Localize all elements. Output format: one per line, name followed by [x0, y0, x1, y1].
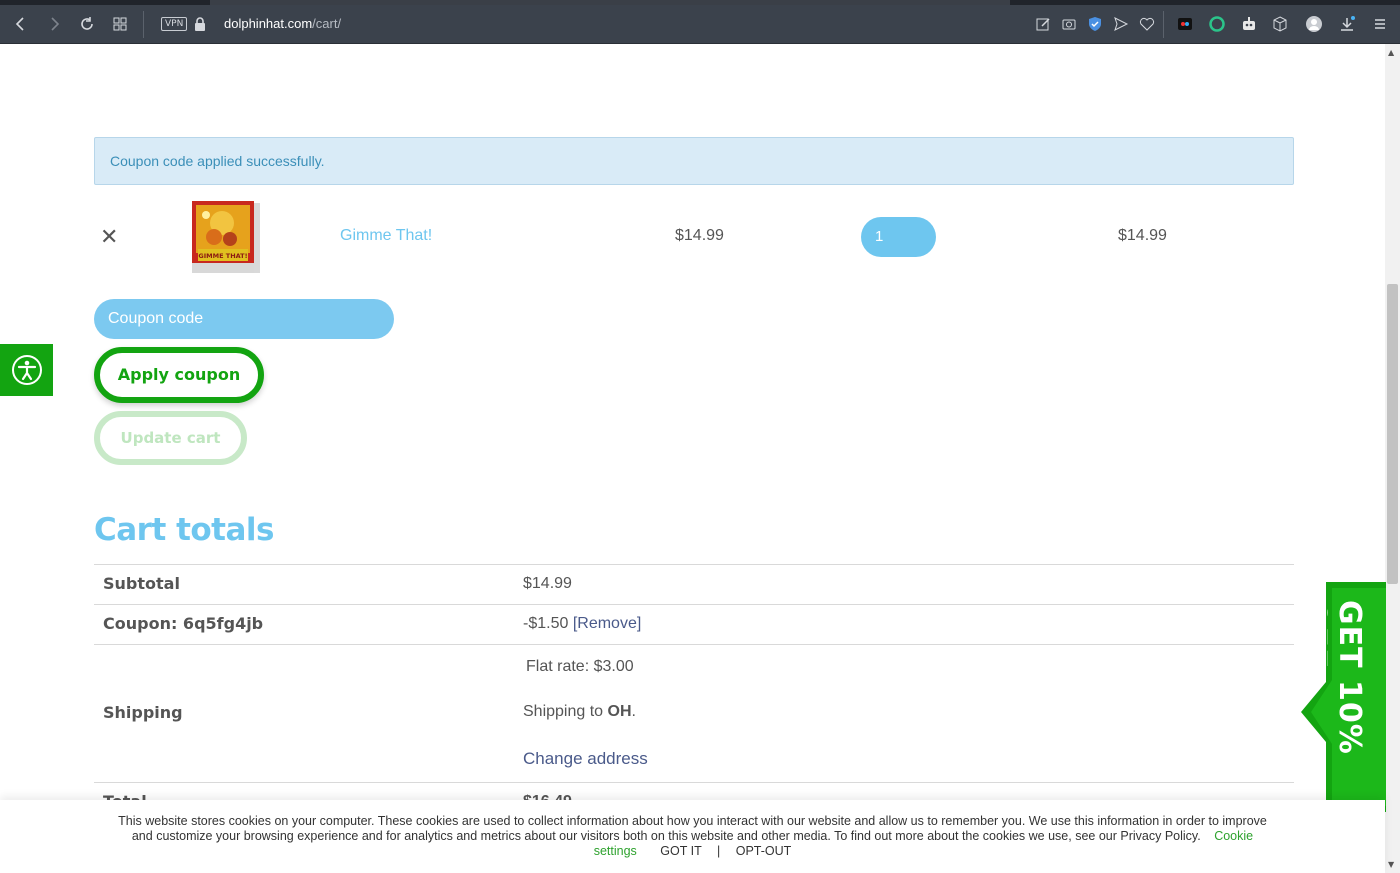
opt-out-button[interactable]: OPT-OUT	[736, 844, 792, 858]
accessibility-button[interactable]	[0, 344, 53, 396]
product-thumbnail[interactable]: GIMME THAT!	[192, 201, 260, 273]
download-icon[interactable]	[1336, 13, 1358, 35]
shipping-rate: Flat rate: $3.00	[526, 658, 634, 675]
url-path: /cart/	[312, 16, 342, 31]
subtotal-label: Subtotal	[103, 574, 180, 593]
cookie-banner: This website stores cookies on your comp…	[0, 800, 1385, 873]
edit-icon[interactable]	[1032, 13, 1054, 35]
coupon-row: Coupon: 6q5fg4jb -$1.50 [Remove]	[94, 604, 1294, 644]
page-scrollbar[interactable]: ▲ ▼	[1385, 44, 1400, 873]
quantity-input[interactable]: 1	[861, 217, 936, 257]
forward-icon[interactable]	[43, 13, 65, 35]
browser-toolbar: VPN dolphinhat.com/cart/	[0, 5, 1400, 44]
shield-icon[interactable]	[1084, 13, 1106, 35]
coupon-label: Coupon: 6q5fg4jb	[103, 614, 264, 633]
shipping-label: Shipping	[103, 703, 183, 722]
coupon-success-notice: Coupon code applied successfully.	[94, 137, 1294, 185]
address-bar[interactable]: dolphinhat.com/cart/	[224, 16, 341, 31]
url-host: dolphinhat.com	[224, 16, 313, 31]
scrollbar-thumb[interactable]	[1387, 284, 1398, 584]
product-box-text: GIMME THAT!	[198, 252, 247, 260]
subtotal-value: $14.99	[523, 575, 572, 592]
cart-totals-table: Subtotal $14.99 Coupon: 6q5fg4jb -$1.50 …	[94, 564, 1294, 822]
update-cart-button[interactable]: Update cart	[94, 411, 247, 465]
scroll-down-icon[interactable]: ▼	[1388, 860, 1394, 869]
product-name-link[interactable]: Gimme That!	[340, 227, 432, 245]
back-icon[interactable]	[10, 13, 32, 35]
shipping-destination: Shipping to OH.	[523, 703, 636, 721]
cart-item-row: ✕ GIMME THAT! Gimme That! $14.99 1 $14.9…	[94, 195, 1294, 279]
lock-icon[interactable]	[194, 16, 206, 32]
product-price: $14.99	[675, 227, 724, 244]
change-address-link[interactable]: Change address	[523, 749, 648, 769]
shipping-to-prefix: Shipping to	[523, 703, 608, 720]
coupon-code-input[interactable]: Coupon code	[94, 299, 394, 339]
coupon-discount: -$1.50	[523, 615, 569, 632]
profile-avatar-icon[interactable]	[1303, 13, 1325, 35]
toolbar-divider	[1163, 11, 1164, 38]
product-subtotal: $14.99	[1118, 227, 1167, 244]
subtotal-row: Subtotal $14.99	[94, 564, 1294, 604]
robot-icon[interactable]	[1238, 13, 1260, 35]
scroll-up-icon[interactable]: ▲	[1388, 48, 1394, 57]
shipping-to-suffix: .	[631, 703, 636, 720]
send-icon[interactable]	[1110, 13, 1132, 35]
menu-icon[interactable]	[1369, 13, 1391, 35]
extension-icon[interactable]	[1174, 13, 1196, 35]
coupon-value: -$1.50 [Remove]	[523, 615, 641, 633]
remove-coupon-link[interactable]: [Remove]	[573, 615, 641, 632]
shipping-row: Shipping Flat rate: $3.00 Shipping to OH…	[94, 644, 1294, 782]
toolbar-divider	[143, 11, 144, 38]
camera-icon[interactable]	[1058, 13, 1080, 35]
promo-text[interactable]: GET 10% OFF	[1327, 600, 1367, 810]
tabs-grid-icon[interactable]	[109, 13, 131, 35]
edge-icon[interactable]	[1206, 13, 1228, 35]
cookie-message: This website stores cookies on your comp…	[118, 814, 1267, 843]
cart-totals-heading: Cart totals	[94, 512, 275, 548]
cube-icon[interactable]	[1269, 13, 1291, 35]
accessibility-icon	[11, 355, 42, 385]
got-it-button[interactable]: GOT IT	[660, 844, 701, 858]
heart-icon[interactable]	[1136, 13, 1158, 35]
shipping-state: OH	[607, 703, 632, 720]
reload-icon[interactable]	[76, 13, 98, 35]
apply-coupon-button[interactable]: Apply coupon	[94, 347, 264, 403]
vpn-badge[interactable]: VPN	[161, 17, 188, 31]
remove-item-icon[interactable]: ✕	[100, 225, 118, 250]
cookie-separator: |	[716, 844, 721, 858]
